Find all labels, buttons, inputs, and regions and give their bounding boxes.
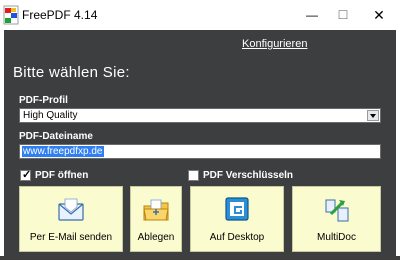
profile-label: PDF-Profil	[19, 95, 68, 106]
main-panel: Konfigurieren Bitte wählen Sie: PDF-Prof…	[4, 30, 396, 256]
profile-selected-value: High Quality	[23, 110, 78, 121]
dropdown-arrow-icon[interactable]	[367, 110, 379, 121]
maximize-button[interactable]: ☐	[328, 4, 358, 26]
freepdf-window: FreePDF 4.14 — ☐ ✕ Konfigurieren Bitte w…	[0, 0, 400, 260]
multidoc-button[interactable]: MultiDoc	[292, 186, 381, 252]
send-email-label: Per E-Mail senden	[29, 232, 113, 243]
minimize-button[interactable]: —	[297, 4, 327, 26]
profile-select[interactable]: High Quality	[19, 108, 381, 123]
window-title: FreePDF 4.14	[22, 8, 98, 22]
checkmark-icon: ✓	[22, 169, 32, 181]
title-bar[interactable]: FreePDF 4.14 — ☐ ✕	[0, 0, 400, 30]
close-button[interactable]: ✕	[364, 4, 394, 26]
to-desktop-button[interactable]: Auf Desktop	[190, 186, 284, 252]
multidoc-label: MultiDoc	[317, 232, 356, 243]
filename-value: www.freepdfxp.de	[22, 146, 104, 157]
freepdf-app-icon	[3, 5, 19, 25]
desktop-icon	[225, 197, 249, 221]
open-pdf-label[interactable]: PDF öffnen	[35, 170, 88, 181]
filename-label: PDF-Dateiname	[19, 131, 93, 142]
send-email-button[interactable]: Per E-Mail senden	[19, 186, 123, 252]
encrypt-pdf-label[interactable]: PDF Verschlüsseln	[203, 170, 293, 181]
window-bottom-border	[0, 256, 400, 260]
to-desktop-label: Auf Desktop	[209, 232, 265, 243]
configure-link[interactable]: Konfigurieren	[242, 38, 307, 50]
open-pdf-checkbox[interactable]: ✓	[20, 169, 32, 181]
envelope-icon	[58, 198, 84, 221]
prompt-heading: Bitte wählen Sie:	[13, 64, 130, 81]
encrypt-pdf-checkbox[interactable]	[188, 170, 199, 181]
file-away-label: Ablegen	[137, 232, 175, 243]
multidoc-icon	[325, 199, 348, 222]
folder-icon	[143, 199, 169, 221]
filename-input[interactable]: www.freepdfxp.de	[19, 144, 381, 159]
file-away-button[interactable]: Ablegen	[130, 186, 182, 252]
